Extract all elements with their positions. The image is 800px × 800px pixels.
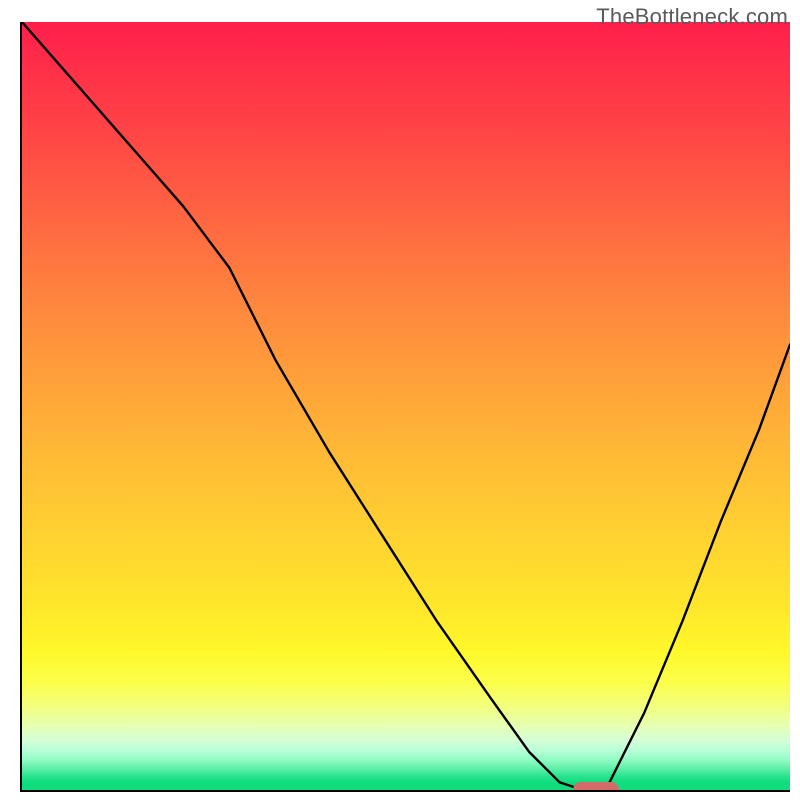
optimum-marker: [573, 782, 619, 792]
bottleneck-curve: [22, 22, 790, 790]
curve-path: [22, 22, 790, 790]
chart-plot-area: [20, 22, 790, 792]
watermark-text: TheBottleneck.com: [596, 4, 788, 30]
